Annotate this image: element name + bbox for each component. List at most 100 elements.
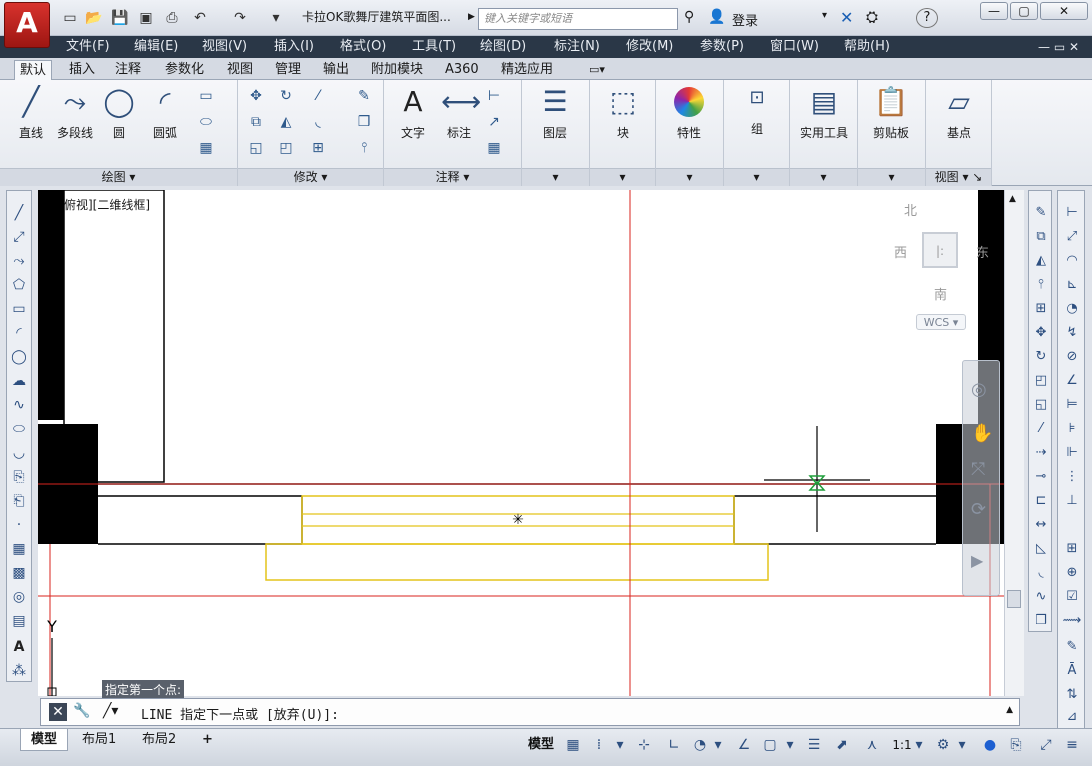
- join-icon[interactable]: ⊏: [1031, 491, 1051, 511]
- dim-style-icon[interactable]: ⊿: [1062, 707, 1082, 727]
- chevron-down-icon[interactable]: ▾: [614, 735, 626, 755]
- menu-tools[interactable]: 工具(T): [412, 37, 456, 57]
- search-input[interactable]: 键入关键字或短语: [478, 8, 678, 30]
- trim-icon[interactable]: ⁄: [308, 86, 328, 106]
- ribbon-toggle-icon[interactable]: ▭▾: [584, 60, 610, 80]
- rotate-icon[interactable]: ↻: [276, 86, 296, 106]
- command-history-icon[interactable]: ▲: [1006, 705, 1013, 715]
- dim-space-icon[interactable]: ⋮: [1062, 467, 1082, 487]
- hatch-icon[interactable]: ▦: [196, 138, 216, 158]
- table-icon[interactable]: ▤: [9, 611, 29, 631]
- diameter-icon[interactable]: ⊘: [1062, 347, 1082, 367]
- dynamic-ucs-icon[interactable]: ⬈: [832, 735, 852, 755]
- undo-icon[interactable]: ↶: [190, 8, 210, 28]
- new-icon[interactable]: ▭: [60, 8, 80, 28]
- viewcube-top-face[interactable]: |:: [922, 232, 958, 268]
- angular-icon[interactable]: ∠: [1062, 371, 1082, 391]
- open-icon[interactable]: 📂: [84, 8, 104, 28]
- menu-window[interactable]: 窗口(W): [770, 37, 819, 57]
- menu-draw[interactable]: 绘图(D): [480, 37, 526, 57]
- tab-output[interactable]: 输出: [318, 60, 354, 80]
- center-mark-icon[interactable]: ⊕: [1062, 563, 1082, 583]
- linear-dim-icon[interactable]: ⊢: [1062, 203, 1082, 223]
- fillet-icon[interactable]: ◟: [1031, 563, 1051, 583]
- utilities-expand[interactable]: ▾: [790, 168, 857, 186]
- explode-icon[interactable]: ❒: [1031, 611, 1051, 631]
- ellipse-arc-icon[interactable]: ◡: [9, 443, 29, 463]
- mirror-icon[interactable]: ◭: [1031, 251, 1051, 271]
- mirror-icon[interactable]: ◭: [276, 112, 296, 132]
- drawing-canvas[interactable]: ✳ Y 北 西 东 南 |: WCS ▾ ◎ ✋ ⤧ ⟳ ▶: [38, 190, 1004, 696]
- make-block-icon[interactable]: ⎗: [9, 491, 29, 511]
- extend-icon[interactable]: ⇢: [1031, 443, 1051, 463]
- clipboard-tool[interactable]: 📋 剪贴板: [868, 84, 914, 141]
- block-expand[interactable]: ▾: [590, 168, 655, 186]
- redo-icon[interactable]: ↷: [230, 8, 250, 28]
- wrench-icon[interactable]: 🔧: [73, 703, 90, 719]
- tab-insert[interactable]: 插入: [64, 60, 100, 80]
- chevron-down-icon[interactable]: ▾: [822, 10, 827, 21]
- stretch-icon[interactable]: ◱: [246, 138, 266, 158]
- login-button[interactable]: 登录: [732, 10, 758, 29]
- isodraft-icon[interactable]: ∠: [734, 735, 754, 755]
- menu-dimension[interactable]: 标注(N): [554, 37, 600, 57]
- region-icon[interactable]: ◎: [9, 587, 29, 607]
- osnap-icon[interactable]: ▢: [760, 735, 780, 755]
- view-panel-title[interactable]: 视图 ▾ ↘: [926, 168, 991, 186]
- customization-icon[interactable]: ≡: [1062, 735, 1082, 755]
- command-input[interactable]: LINE 指定下一点或 [放弃(U)]:: [141, 704, 339, 723]
- modify-panel-title[interactable]: 修改 ▾: [238, 168, 383, 186]
- tab-manage[interactable]: 管理: [270, 60, 306, 80]
- polygon-icon[interactable]: ⬠: [9, 275, 29, 295]
- dim-break-icon[interactable]: ⊥: [1062, 491, 1082, 511]
- leader-icon[interactable]: ↗: [484, 112, 504, 132]
- line-icon[interactable]: ╱: [9, 203, 29, 223]
- insert-block-icon[interactable]: ⎘: [9, 467, 29, 487]
- arrow-right-icon[interactable]: ▶: [468, 12, 475, 22]
- viewport-controls-label[interactable]: 俯视][二维线框]: [64, 196, 150, 213]
- scale-icon[interactable]: ◰: [276, 138, 296, 158]
- rotate-icon[interactable]: ↻: [1031, 347, 1051, 367]
- group-tool[interactable]: ⊡ 组: [734, 80, 780, 137]
- copy-icon[interactable]: ⧉: [1031, 227, 1051, 247]
- add-layout-button[interactable]: +: [192, 729, 223, 751]
- wcs-menu[interactable]: WCS ▾: [916, 314, 966, 330]
- tolerance-icon[interactable]: ⊞: [1062, 539, 1082, 559]
- gradient-icon[interactable]: ▩: [9, 563, 29, 583]
- lineweight-icon[interactable]: ☰: [804, 735, 824, 755]
- draw-panel-title[interactable]: 绘图 ▾: [0, 168, 237, 186]
- help-button[interactable]: ?: [916, 8, 938, 28]
- model-space-button[interactable]: 模型: [528, 735, 554, 755]
- trim-icon[interactable]: ⁄: [1031, 419, 1051, 439]
- quick-dim-icon[interactable]: ⊨: [1062, 395, 1082, 415]
- polyline-tool[interactable]: ⤳ 多段线: [52, 84, 98, 141]
- menu-view[interactable]: 视图(V): [202, 37, 247, 57]
- break-at-point-icon[interactable]: ↔: [1031, 515, 1051, 535]
- minimize-button[interactable]: —: [980, 2, 1008, 20]
- hatch-icon[interactable]: ▦: [9, 539, 29, 559]
- ortho-icon[interactable]: ∟: [664, 735, 684, 755]
- tab-parametric[interactable]: 参数化: [160, 60, 209, 80]
- copy-icon[interactable]: ⧉: [246, 112, 266, 132]
- clipboard-expand[interactable]: ▾: [858, 168, 925, 186]
- menu-edit[interactable]: 编辑(E): [134, 37, 178, 57]
- scroll-thumb[interactable]: [1007, 590, 1021, 608]
- blend-icon[interactable]: ∿: [1031, 587, 1051, 607]
- linear-dim-icon[interactable]: ⊢: [484, 86, 504, 106]
- scale-icon[interactable]: ◰: [1031, 371, 1051, 391]
- dim-update-icon[interactable]: ⇅: [1062, 685, 1082, 705]
- doc-window-controls-icon[interactable]: — ▭ ✕: [1038, 37, 1079, 57]
- construction-line-icon[interactable]: ⤢: [9, 227, 29, 247]
- array-icon[interactable]: ⊞: [308, 138, 328, 158]
- array-icon[interactable]: ⊞: [1031, 299, 1051, 319]
- menu-format[interactable]: 格式(O): [340, 37, 386, 57]
- dim-edit-icon[interactable]: ✎: [1062, 637, 1082, 657]
- chamfer-icon[interactable]: ◺: [1031, 539, 1051, 559]
- fillet-icon[interactable]: ◟: [308, 112, 328, 132]
- viewcube-west[interactable]: 西: [894, 242, 907, 261]
- menu-parametric[interactable]: 参数(P): [700, 37, 744, 57]
- tab-layout1[interactable]: 布局1: [72, 729, 126, 751]
- arc-length-icon[interactable]: ◠: [1062, 251, 1082, 271]
- osnap-dropdown-icon[interactable]: ▾: [784, 735, 796, 755]
- annotation-scale-icon[interactable]: ⋏: [862, 735, 882, 755]
